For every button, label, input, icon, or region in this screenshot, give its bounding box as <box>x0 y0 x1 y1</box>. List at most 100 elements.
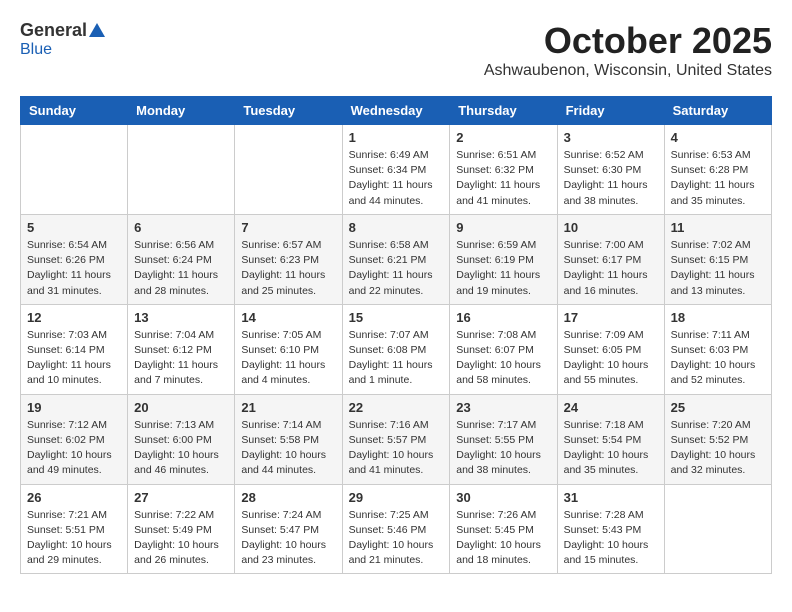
day-info: Sunrise: 7:28 AM Sunset: 5:43 PM Dayligh… <box>564 508 658 569</box>
calendar-week-row: 26 Sunrise: 7:21 AM Sunset: 5:51 PM Dayli… <box>21 484 772 574</box>
calendar-cell: 13Sunrise: 7:04 AM Sunset: 6:12 PM Dayli… <box>128 304 235 394</box>
day-number: 16 <box>456 310 550 325</box>
day-info: Sunrise: 7:14 AM Sunset: 5:58 PM Dayligh… <box>241 418 335 479</box>
weekday-header-row: SundayMondayTuesdayWednesdayThursdayFrid… <box>21 97 772 125</box>
title-area: October 2025 Ashwaubenon, Wisconsin, Uni… <box>484 20 772 80</box>
day-info: Sunrise: 7:02 AM Sunset: 6:15 PM Dayligh… <box>671 238 765 299</box>
calendar-cell: 23Sunrise: 7:17 AM Sunset: 5:55 PM Dayli… <box>450 394 557 484</box>
logo-general: General <box>20 20 87 41</box>
day-info: Sunrise: 7:11 AM Sunset: 6:03 PM Dayligh… <box>671 328 765 389</box>
calendar-cell: 26 Sunrise: 7:21 AM Sunset: 5:51 PM Dayli… <box>21 484 128 574</box>
day-info: Sunrise: 7:07 AM Sunset: 6:08 PM Dayligh… <box>349 328 444 389</box>
day-number: 17 <box>564 310 658 325</box>
logo-triangle-icon <box>89 23 105 37</box>
day-info: Sunrise: 7:18 AM Sunset: 5:54 PM Dayligh… <box>564 418 658 479</box>
day-number: 23 <box>456 400 550 415</box>
calendar-cell: 11 Sunrise: 7:02 AM Sunset: 6:15 PM Dayli… <box>664 214 771 304</box>
day-number: 20 <box>134 400 228 415</box>
day-info: Sunrise: 6:54 AM Sunset: 6:26 PM Dayligh… <box>27 238 121 299</box>
day-info: Sunrise: 7:03 AM Sunset: 6:14 PM Dayligh… <box>27 328 121 389</box>
day-number: 25 <box>671 400 765 415</box>
calendar-cell: 6 Sunrise: 6:56 AM Sunset: 6:24 PM Daylig… <box>128 214 235 304</box>
day-number: 30 <box>456 490 550 505</box>
calendar-cell: 30 Sunrise: 7:26 AM Sunset: 5:45 PM Dayli… <box>450 484 557 574</box>
day-number: 31 <box>564 490 658 505</box>
calendar-cell: 7 Sunrise: 6:57 AM Sunset: 6:23 PM Daylig… <box>235 214 342 304</box>
calendar-table: SundayMondayTuesdayWednesdayThursdayFrid… <box>20 96 772 574</box>
calendar-cell <box>128 125 235 215</box>
logo: General Blue <box>20 20 105 59</box>
day-number: 2 <box>456 130 550 145</box>
day-number: 29 <box>349 490 444 505</box>
day-info: Sunrise: 7:00 AM Sunset: 6:17 PM Dayligh… <box>564 238 658 299</box>
day-number: 15 <box>349 310 444 325</box>
day-info: Sunrise: 7:13 AM Sunset: 6:00 PM Dayligh… <box>134 418 228 479</box>
day-info: Sunrise: 7:24 AM Sunset: 5:47 PM Dayligh… <box>241 508 335 569</box>
day-info: Sunrise: 6:56 AM Sunset: 6:24 PM Dayligh… <box>134 238 228 299</box>
logo-text: General <box>20 20 105 41</box>
day-number: 4 <box>671 130 765 145</box>
day-number: 26 <box>27 490 121 505</box>
calendar-cell: 31 Sunrise: 7:28 AM Sunset: 5:43 PM Dayli… <box>557 484 664 574</box>
day-number: 14 <box>241 310 335 325</box>
day-number: 21 <box>241 400 335 415</box>
day-number: 18 <box>671 310 765 325</box>
day-number: 1 <box>349 130 444 145</box>
day-info: Sunrise: 6:57 AM Sunset: 6:23 PM Dayligh… <box>241 238 335 299</box>
calendar-cell: 27 Sunrise: 7:22 AM Sunset: 5:49 PM Dayli… <box>128 484 235 574</box>
day-number: 19 <box>27 400 121 415</box>
day-number: 6 <box>134 220 228 235</box>
day-info: Sunrise: 6:53 AM Sunset: 6:28 PM Dayligh… <box>671 148 765 209</box>
day-info: Sunrise: 6:51 AM Sunset: 6:32 PM Dayligh… <box>456 148 550 209</box>
calendar-cell <box>664 484 771 574</box>
day-number: 28 <box>241 490 335 505</box>
calendar-cell: 1 Sunrise: 6:49 AM Sunset: 6:34 PM Daylig… <box>342 125 450 215</box>
day-info: Sunrise: 6:49 AM Sunset: 6:34 PM Dayligh… <box>349 148 444 209</box>
logo-blue: Blue <box>20 41 52 59</box>
header: General Blue October 2025 Ashwaubenon, W… <box>20 20 772 80</box>
day-info: Sunrise: 6:52 AM Sunset: 6:30 PM Dayligh… <box>564 148 658 209</box>
calendar-cell: 9 Sunrise: 6:59 AM Sunset: 6:19 PM Daylig… <box>450 214 557 304</box>
calendar-week-row: 5Sunrise: 6:54 AM Sunset: 6:26 PM Daylig… <box>21 214 772 304</box>
day-number: 7 <box>241 220 335 235</box>
day-info: Sunrise: 6:58 AM Sunset: 6:21 PM Dayligh… <box>349 238 444 299</box>
weekday-header-wednesday: Wednesday <box>342 97 450 125</box>
day-number: 27 <box>134 490 228 505</box>
calendar-cell: 14Sunrise: 7:05 AM Sunset: 6:10 PM Dayli… <box>235 304 342 394</box>
month-title: October 2025 <box>484 20 772 62</box>
day-number: 9 <box>456 220 550 235</box>
location-title: Ashwaubenon, Wisconsin, United States <box>484 62 772 80</box>
calendar-week-row: 1 Sunrise: 6:49 AM Sunset: 6:34 PM Daylig… <box>21 125 772 215</box>
calendar-week-row: 12 Sunrise: 7:03 AM Sunset: 6:14 PM Dayli… <box>21 304 772 394</box>
calendar-cell: 22 Sunrise: 7:16 AM Sunset: 5:57 PM Dayli… <box>342 394 450 484</box>
calendar-cell: 15 Sunrise: 7:07 AM Sunset: 6:08 PM Dayli… <box>342 304 450 394</box>
day-info: Sunrise: 7:12 AM Sunset: 6:02 PM Dayligh… <box>27 418 121 479</box>
calendar-cell: 29 Sunrise: 7:25 AM Sunset: 5:46 PM Dayli… <box>342 484 450 574</box>
day-info: Sunrise: 7:26 AM Sunset: 5:45 PM Dayligh… <box>456 508 550 569</box>
calendar-cell: 24 Sunrise: 7:18 AM Sunset: 5:54 PM Dayli… <box>557 394 664 484</box>
day-number: 10 <box>564 220 658 235</box>
weekday-header-friday: Friday <box>557 97 664 125</box>
day-info: Sunrise: 7:16 AM Sunset: 5:57 PM Dayligh… <box>349 418 444 479</box>
day-info: Sunrise: 7:08 AM Sunset: 6:07 PM Dayligh… <box>456 328 550 389</box>
day-number: 11 <box>671 220 765 235</box>
day-info: Sunrise: 7:21 AM Sunset: 5:51 PM Dayligh… <box>27 508 121 569</box>
day-number: 22 <box>349 400 444 415</box>
day-number: 24 <box>564 400 658 415</box>
day-info: Sunrise: 6:59 AM Sunset: 6:19 PM Dayligh… <box>456 238 550 299</box>
calendar-cell: 21 Sunrise: 7:14 AM Sunset: 5:58 PM Dayli… <box>235 394 342 484</box>
weekday-header-sunday: Sunday <box>21 97 128 125</box>
calendar-cell: 19 Sunrise: 7:12 AM Sunset: 6:02 PM Dayli… <box>21 394 128 484</box>
day-number: 12 <box>27 310 121 325</box>
calendar-cell: 5Sunrise: 6:54 AM Sunset: 6:26 PM Daylig… <box>21 214 128 304</box>
calendar-cell: 16 Sunrise: 7:08 AM Sunset: 6:07 PM Dayli… <box>450 304 557 394</box>
day-info: Sunrise: 7:25 AM Sunset: 5:46 PM Dayligh… <box>349 508 444 569</box>
day-info: Sunrise: 7:20 AM Sunset: 5:52 PM Dayligh… <box>671 418 765 479</box>
calendar-cell: 4 Sunrise: 6:53 AM Sunset: 6:28 PM Daylig… <box>664 125 771 215</box>
weekday-header-monday: Monday <box>128 97 235 125</box>
day-info: Sunrise: 7:22 AM Sunset: 5:49 PM Dayligh… <box>134 508 228 569</box>
calendar-cell: 17 Sunrise: 7:09 AM Sunset: 6:05 PM Dayli… <box>557 304 664 394</box>
calendar-cell: 12 Sunrise: 7:03 AM Sunset: 6:14 PM Dayli… <box>21 304 128 394</box>
day-number: 8 <box>349 220 444 235</box>
day-info: Sunrise: 7:09 AM Sunset: 6:05 PM Dayligh… <box>564 328 658 389</box>
